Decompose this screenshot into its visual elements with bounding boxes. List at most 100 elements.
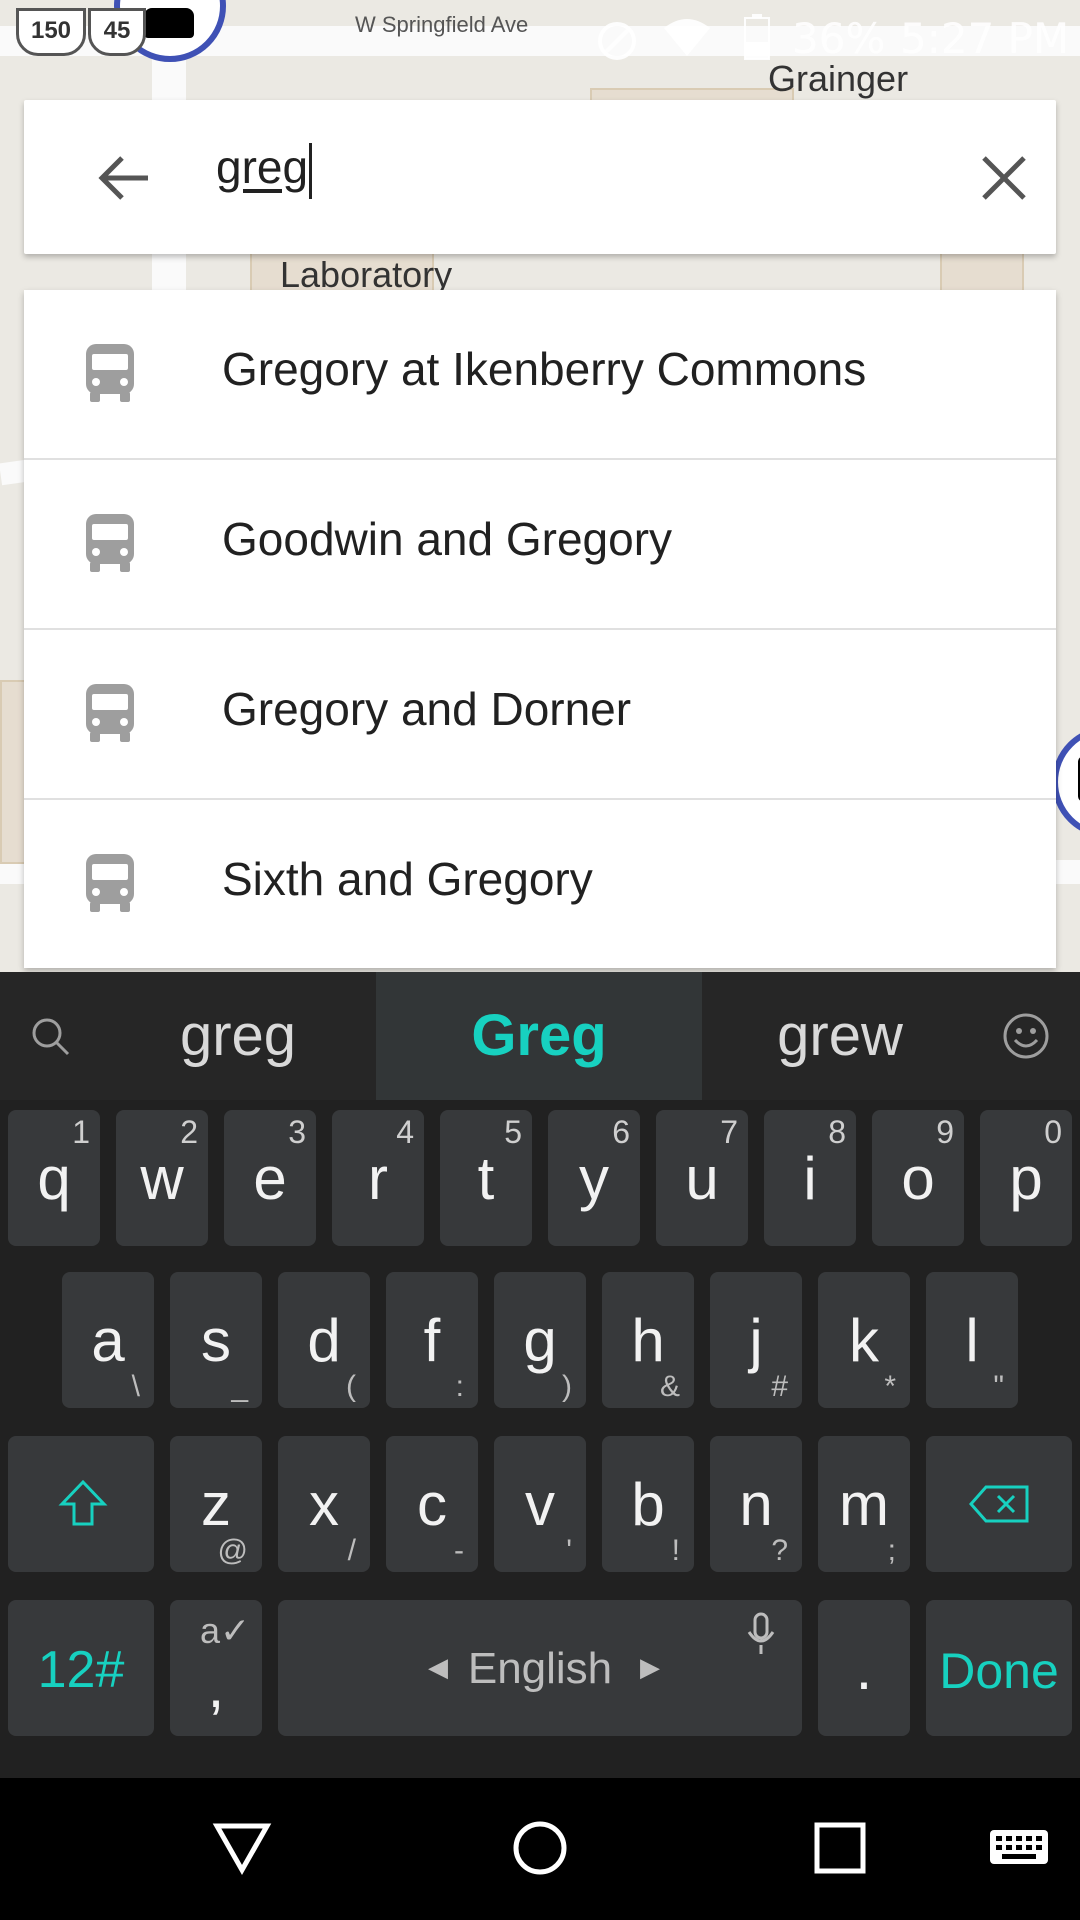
shift-key[interactable] [8,1436,154,1572]
key-label: m [839,1471,889,1538]
key-n[interactable]: n? [710,1436,802,1572]
key-symbol-hint: & [659,1370,680,1403]
soft-keyboard: greg Greg grew 12# a✓ , ◀ English ▶ . Do… [0,972,1080,1778]
backspace-icon [968,1485,1029,1523]
key-label: i [803,1145,817,1212]
key-number-hint: 6 [612,1114,630,1150]
key-j[interactable]: j # [710,1272,802,1408]
space-key[interactable]: ◀ English ▶ [278,1600,802,1736]
word-suggestion-primary[interactable]: Greg [376,972,702,1100]
key-label: c [417,1471,447,1538]
backspace-key[interactable] [926,1436,1072,1572]
key-b[interactable]: b! [602,1436,694,1572]
keyboard-icon[interactable] [988,1828,1050,1872]
key-g[interactable]: g) [494,1272,586,1408]
key-y[interactable]: y6 [548,1110,640,1246]
key-label: w [140,1145,184,1212]
key-h[interactable]: h & [602,1272,694,1408]
route-shield-45: 45 [88,8,146,56]
key-c[interactable]: c- [386,1436,478,1572]
key-symbol-hint: ; [887,1534,896,1567]
key-label: p [1009,1145,1043,1212]
key-symbol-hint: ' [566,1534,572,1567]
key-s[interactable]: s _ [170,1272,262,1408]
suggestion-item[interactable]: Gregory at Ikenberry Commons [24,290,1056,460]
suggestion-label: Sixth and Gregory [222,853,593,905]
key-i[interactable]: i8 [764,1110,856,1246]
key-label: r [368,1145,388,1212]
key-number-hint: 5 [504,1114,522,1150]
search-bar: greg [24,100,1056,254]
key-number-hint: 7 [720,1114,738,1150]
key-symbol-hint: ? [771,1534,788,1567]
microphone-icon [747,1612,775,1654]
keyboard-suggestion-bar: greg Greg grew [0,972,1080,1100]
key-symbol-hint: * [884,1370,896,1403]
key-v[interactable]: v ' [494,1436,586,1572]
word-suggestion[interactable]: greg [100,972,376,1100]
key-symbol-hint: : [455,1370,464,1403]
key-symbol-hint: \ [131,1370,140,1403]
close-icon[interactable] [974,148,1034,208]
key-label: u [685,1145,719,1212]
key-r[interactable]: r4 [332,1110,424,1246]
key-label: g [523,1307,557,1374]
done-key[interactable]: Done [926,1600,1072,1736]
search-query: greg [216,141,309,193]
key-label: j [749,1307,763,1374]
suggestion-item[interactable]: Gregory and Dorner [24,630,1056,800]
back-triangle-icon[interactable] [212,1818,272,1878]
suggestion-label: Gregory at Ikenberry Commons [222,343,867,395]
key-u[interactable]: u7 [656,1110,748,1246]
key-number-hint: 4 [396,1114,414,1150]
accent-check-icon: a✓ [200,1610,251,1651]
word-suggestion[interactable]: grew [702,972,978,1100]
bus-icon [86,684,134,742]
key-symbol-hint: " [993,1370,1004,1403]
key-a[interactable]: a \ [62,1272,154,1408]
key-q[interactable]: q1 [8,1110,100,1246]
key-x[interactable]: x / [278,1436,370,1572]
key-o[interactable]: o9 [872,1110,964,1246]
key-label: k [849,1307,879,1374]
suggestion-item[interactable]: Goodwin and Gregory [24,460,1056,630]
suggestion-label: Goodwin and Gregory [222,513,673,565]
symbols-key[interactable]: 12# [8,1600,154,1736]
key-label: s [201,1307,231,1374]
key-m[interactable]: m; [818,1436,910,1572]
bus-icon [86,514,134,572]
key-d[interactable]: d( [278,1272,370,1408]
bus-stop-marker[interactable] [1052,726,1080,838]
key-w[interactable]: w2 [116,1110,208,1246]
search-icon[interactable] [30,1016,72,1058]
key-symbol-hint: - [454,1534,464,1567]
key-t[interactable]: t5 [440,1110,532,1246]
key-z[interactable]: z @ [170,1436,262,1572]
key-label: x [309,1471,339,1538]
key-number-hint: 2 [180,1114,198,1150]
key-number-hint: 1 [72,1114,90,1150]
period-key[interactable]: . [818,1600,910,1736]
language-right-icon: ▶ [640,1652,660,1682]
key-k[interactable]: k * [818,1272,910,1408]
search-input[interactable]: greg [216,140,313,199]
space-language-label: English [467,1644,613,1693]
key-l[interactable]: l " [926,1272,1018,1408]
period-key-label: . [855,1635,873,1702]
arrow-left-icon[interactable] [94,148,154,208]
key-e[interactable]: e3 [224,1110,316,1246]
key-f[interactable]: f: [386,1272,478,1408]
key-label: l [965,1307,979,1374]
recents-icon[interactable] [812,1820,868,1876]
suggestion-item[interactable]: Sixth and Gregory [24,800,1056,968]
wifi-icon [664,19,710,56]
emoji-icon[interactable] [1002,1012,1050,1060]
clock: 5:27 PM [900,14,1070,63]
symbols-key-label: 12# [37,1641,125,1699]
key-p[interactable]: p0 [980,1110,1072,1246]
no-location-icon [598,22,636,60]
route-shield-150: 150 [16,8,86,56]
comma-key[interactable]: a✓ , [170,1600,262,1736]
key-number-hint: 9 [936,1114,954,1150]
home-icon[interactable] [510,1818,570,1878]
